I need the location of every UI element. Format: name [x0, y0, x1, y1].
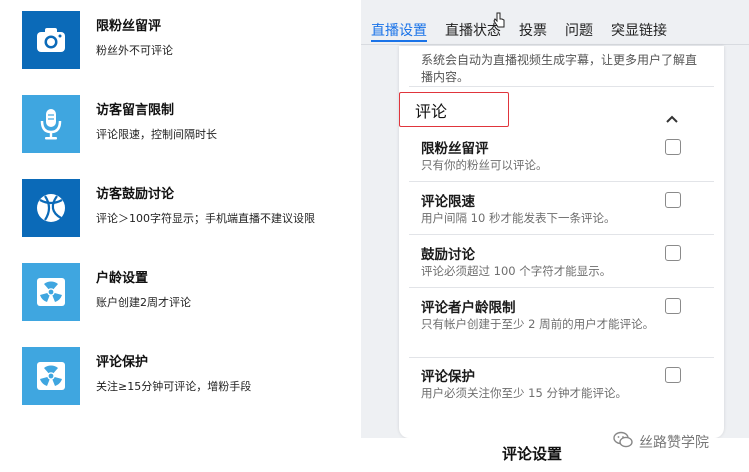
tab-bar: 直播设置 直播状态 投票 问题 突显链接	[361, 0, 749, 46]
option-title-encourage-discussion: 鼓励讨论	[421, 247, 475, 263]
feature-title: 限粉丝留评	[96, 19, 162, 34]
feature-desc: 账户创建2周才评论	[96, 296, 191, 309]
divider	[409, 357, 714, 358]
feature-title: 访客留言限制	[96, 103, 175, 118]
checkbox-slow-mode[interactable]	[665, 192, 681, 208]
feature-desc: 粉丝外不可评论	[96, 44, 173, 57]
radiation-icon	[36, 277, 66, 307]
feature-title: 评论保护	[96, 355, 149, 370]
feature-item-visitor-limit: 访客留言限制 评论限速，控制间隔时长	[22, 95, 362, 155]
feature-item-account-age: 户龄设置 账户创建2周才评论	[22, 263, 362, 323]
tab-divider	[361, 44, 749, 45]
microphone-icon	[38, 108, 64, 140]
option-desc-comment-protection: 用户必须关注你至少 15 分钟才能评论。	[421, 386, 627, 400]
tab-live-settings[interactable]: 直播设置	[371, 0, 427, 46]
hand-cursor-icon	[493, 12, 505, 32]
captions-note: 系统会自动为直播视频生成字幕，让更多用户了解直播内容。	[421, 53, 698, 84]
checkbox-account-age[interactable]	[665, 298, 681, 314]
divider	[409, 287, 714, 288]
feature-tile	[22, 179, 80, 237]
feature-title: 访客鼓励讨论	[96, 187, 175, 202]
feature-desc: 评论限速，控制间隔时长	[96, 128, 217, 141]
settings-card: 系统会自动为直播视频生成字幕，让更多用户了解直播内容。 评论 限粉丝留评 只有你…	[399, 46, 724, 438]
feature-desc: 关注≥15分钟可评论，增粉手段	[96, 380, 252, 393]
option-title-account-age: 评论者户龄限制	[421, 300, 516, 316]
option-title-slow-mode: 评论限速	[421, 194, 475, 210]
watermark: 丝路赞学院	[613, 431, 709, 453]
figure-caption: 评论设置	[502, 445, 563, 463]
divider	[409, 234, 714, 235]
option-desc-encourage-discussion: 评论必须超过 100 个字符才能显示。	[421, 264, 612, 278]
chevron-up-icon[interactable]	[666, 108, 678, 127]
basketball-icon	[35, 192, 67, 224]
feature-tile	[22, 95, 80, 153]
checkbox-comment-protection[interactable]	[665, 367, 681, 383]
feature-tile	[22, 11, 80, 69]
radiation-icon	[36, 361, 66, 391]
checkbox-encourage-discussion[interactable]	[665, 245, 681, 261]
feature-tile	[22, 263, 80, 321]
option-desc-slow-mode: 用户间隔 10 秒才能发表下一条评论。	[421, 211, 616, 225]
camera-icon	[36, 27, 66, 53]
feature-title: 户龄设置	[96, 271, 149, 286]
option-desc-fans-only: 只有你的粉丝可以评论。	[421, 158, 548, 172]
wechat-logo-icon	[613, 431, 633, 453]
live-settings-panel: 直播设置 直播状态 投票 问题 突显链接 系统会自动为直播视频生成字幕，让更多用…	[361, 0, 749, 438]
watermark-text: 丝路赞学院	[639, 435, 709, 451]
feature-desc: 评论＞100字符显示；手机端直播不建议设限	[96, 212, 315, 225]
comments-section-title[interactable]: 评论	[415, 98, 447, 122]
option-title-fans-only: 限粉丝留评	[421, 141, 489, 157]
feature-item-fan-only: 限粉丝留评 粉丝外不可评论	[22, 11, 362, 71]
divider	[409, 86, 714, 87]
checkbox-fans-only[interactable]	[665, 139, 681, 155]
option-title-comment-protection: 评论保护	[421, 369, 475, 385]
feature-item-encourage-discussion: 访客鼓励讨论 评论＞100字符显示；手机端直播不建议设限	[22, 179, 362, 239]
option-desc-account-age: 只有帐户创建于至少 2 周前的用户才能评论。	[421, 317, 655, 331]
tab-polls[interactable]: 投票	[519, 0, 547, 46]
tab-questions[interactable]: 问题	[565, 0, 593, 46]
divider	[409, 181, 714, 182]
tab-featured-links[interactable]: 突显链接	[611, 0, 667, 46]
feature-tile	[22, 347, 80, 405]
feature-item-comment-protection: 评论保护 关注≥15分钟可评论，增粉手段	[22, 347, 362, 407]
